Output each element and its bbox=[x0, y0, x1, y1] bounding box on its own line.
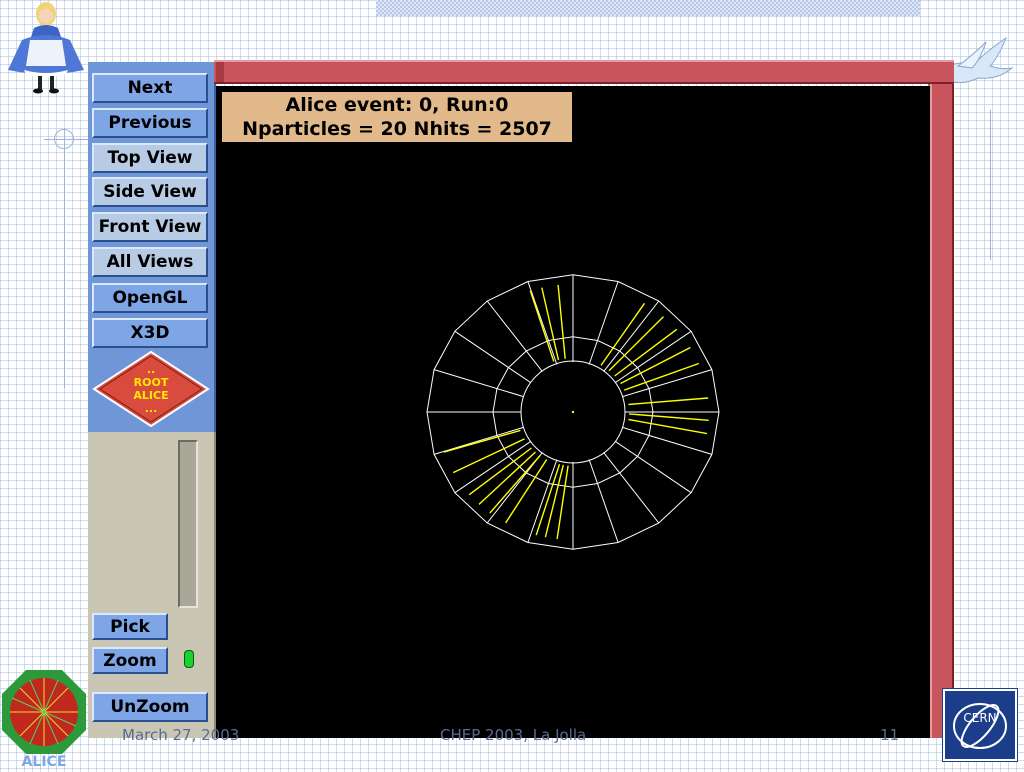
canvas-frame-right-bar bbox=[930, 84, 954, 738]
hit-track-line bbox=[628, 413, 709, 421]
hit-track-line bbox=[628, 397, 709, 406]
zoom-indicator-led bbox=[184, 650, 194, 668]
alice-illustration-icon bbox=[8, 2, 84, 94]
hit-track-line bbox=[443, 429, 521, 453]
x3d-button[interactable]: X3D bbox=[92, 318, 208, 348]
detector-segment-line bbox=[527, 459, 558, 543]
side-view-button[interactable]: Side View bbox=[92, 177, 208, 207]
detector-segment-line bbox=[603, 300, 660, 372]
vertex-point bbox=[571, 410, 575, 414]
event-info-line1: Alice event: 0, Run:0 bbox=[285, 94, 509, 116]
previous-button[interactable]: Previous bbox=[92, 108, 208, 138]
alice-octagon-icon: ALICE bbox=[2, 670, 86, 770]
canvas-frame-corner-icon bbox=[216, 62, 224, 82]
detector-segment-line bbox=[603, 452, 660, 524]
diamond-label-root: ROOT bbox=[133, 376, 169, 389]
detector-segment-line bbox=[486, 300, 543, 372]
front-view-button[interactable]: Front View bbox=[92, 212, 208, 242]
event-display-canvas[interactable] bbox=[216, 86, 930, 738]
slide-deco-circle bbox=[54, 129, 74, 149]
slide-top-band bbox=[376, 0, 920, 16]
root-alice-diamond-button[interactable]: .. ROOT ALICE ... bbox=[92, 350, 210, 428]
all-views-button[interactable]: All Views bbox=[92, 247, 208, 277]
event-info-box: Alice event: 0, Run:0 Nparticles = 20 Nh… bbox=[222, 92, 572, 142]
zoom-slider-track[interactable] bbox=[178, 440, 198, 608]
diamond-dots-bottom: ... bbox=[144, 402, 158, 415]
detector-segment-line bbox=[622, 369, 713, 398]
hit-track-line bbox=[452, 438, 525, 474]
hit-track-line bbox=[478, 451, 536, 505]
hit-track-line bbox=[628, 418, 708, 435]
svg-text:CERN: CERN bbox=[963, 711, 996, 725]
cern-logo: CERN bbox=[942, 688, 1018, 762]
detector-segment-line bbox=[433, 369, 524, 398]
cern-emblem-icon: CERN bbox=[943, 689, 1017, 761]
footer-conference: CHEP 2003, La Jolla bbox=[440, 726, 587, 744]
detector-view bbox=[426, 274, 720, 550]
slide-deco-line-right bbox=[990, 110, 991, 260]
diamond-dots-top: .. bbox=[146, 363, 156, 376]
hit-track-line bbox=[556, 465, 569, 540]
footer-page-number: 11 bbox=[880, 726, 900, 744]
detector-segment-line bbox=[588, 281, 619, 365]
hit-track-line bbox=[468, 447, 532, 496]
svg-text:ALICE: ALICE bbox=[22, 754, 67, 768]
next-button[interactable]: Next bbox=[92, 73, 208, 103]
footer-date: March 27, 2003 bbox=[122, 726, 240, 744]
alice-logo: ALICE bbox=[0, 668, 88, 770]
zoom-button[interactable]: Zoom bbox=[92, 647, 168, 674]
detector-segment-line bbox=[588, 459, 619, 543]
hit-track-line bbox=[614, 328, 678, 377]
unzoom-button[interactable]: UnZoom bbox=[92, 692, 208, 722]
opengl-button[interactable]: OpenGL bbox=[92, 283, 208, 313]
hit-track-line bbox=[557, 284, 566, 359]
diamond-label-alice: ALICE bbox=[133, 389, 169, 402]
hit-track-line bbox=[620, 346, 691, 385]
canvas-frame-top-bar bbox=[214, 60, 954, 84]
event-info-line2: Nparticles = 20 Nhits = 2507 bbox=[242, 118, 552, 140]
pick-button[interactable]: Pick bbox=[92, 613, 168, 640]
top-view-button[interactable]: Top View bbox=[92, 143, 208, 173]
hit-track-line bbox=[608, 316, 664, 372]
detector-segment-line bbox=[527, 281, 558, 365]
slide-deco-line-left bbox=[64, 128, 65, 388]
